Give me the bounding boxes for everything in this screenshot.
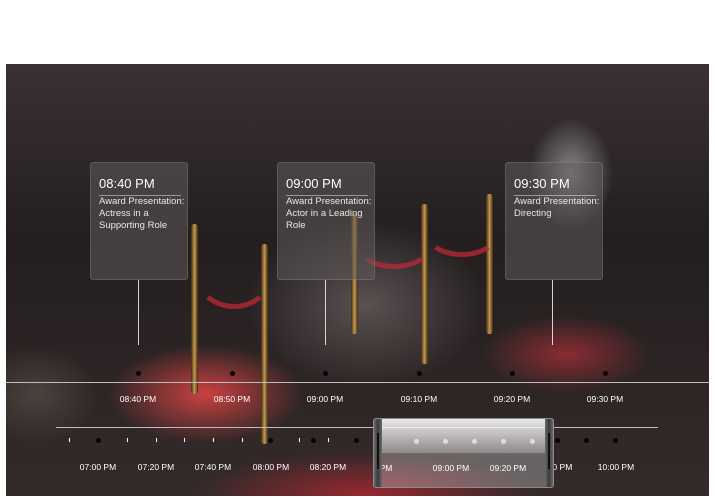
event-connector (325, 280, 326, 345)
grip-icon (548, 433, 550, 469)
timeline-marker (510, 371, 515, 376)
navigator-tick-label: 07:20 PM (137, 462, 175, 472)
navigator-axis (56, 427, 658, 428)
velvet-rope (426, 214, 498, 257)
event-description: Award Presentation: Actor in a Leading R… (286, 196, 372, 231)
navigator-marker (530, 439, 535, 444)
navigator-marker (613, 438, 618, 443)
navigator-tick-label: 07:40 PM (194, 462, 232, 472)
timeline-marker (323, 371, 328, 376)
event-description: Award Presentation: Directing (514, 196, 600, 219)
main-timeline-axis (6, 382, 709, 383)
navigator-marker (501, 439, 506, 444)
main-tick-label: 09:00 PM (306, 394, 344, 404)
event-card[interactable]: 08:40 PM Award Presentation: Actress in … (90, 162, 188, 280)
navigator-marker (414, 439, 419, 444)
navigator-minor-tick (242, 438, 243, 442)
event-time: 08:40 PM (99, 176, 155, 191)
event-card[interactable]: 09:30 PM Award Presentation: Directing (505, 162, 603, 280)
navigator-minor-tick (127, 438, 128, 442)
navigator-tick-label: 10:00 PM (597, 462, 635, 472)
event-connector (138, 280, 139, 345)
navigator-marker (268, 438, 273, 443)
event-connector (552, 280, 553, 345)
navigator-marker (584, 438, 589, 443)
navigator-minor-tick (69, 438, 70, 442)
timeline-marker (603, 371, 608, 376)
timeline-stage: 08:40 PM Award Presentation: Actress in … (6, 64, 709, 496)
main-tick-label: 09:20 PM (493, 394, 531, 404)
timeline-marker (230, 371, 235, 376)
navigator-minor-tick (184, 438, 185, 442)
navigator-marker (472, 439, 477, 444)
range-selector[interactable]: PM 09:00 PM 09:20 PM (373, 418, 554, 488)
grip-icon (377, 433, 379, 469)
navigator-minor-tick (156, 438, 157, 442)
event-description: Award Presentation: Actress in a Support… (99, 196, 185, 231)
navigator-tick-label: 09:20 PM (489, 463, 527, 473)
main-tick-label: 09:10 PM (400, 394, 438, 404)
event-time: 09:00 PM (286, 176, 342, 191)
navigator-marker (354, 438, 359, 443)
timeline-marker (417, 371, 422, 376)
main-tick-label: 08:50 PM (213, 394, 251, 404)
navigator-tick-label: 08:00 PM (252, 462, 290, 472)
navigator-minor-tick (213, 438, 214, 442)
range-handle-left[interactable] (374, 419, 382, 487)
navigator-marker (311, 438, 316, 443)
main-tick-label: 09:30 PM (586, 394, 624, 404)
navigator-marker (555, 438, 560, 443)
event-card[interactable]: 09:00 PM Award Presentation: Actor in a … (277, 162, 375, 280)
navigator-tick-label: 07:00 PM (79, 462, 117, 472)
navigator-tick-label: 08:20 PM (309, 462, 347, 472)
navigator-tick-label: 09:00 PM (432, 463, 470, 473)
range-handle-right[interactable] (545, 419, 553, 487)
navigator-minor-tick (299, 438, 300, 442)
navigator-marker (96, 438, 101, 443)
velvet-rope (196, 244, 272, 309)
navigator-marker (443, 439, 448, 444)
main-tick-label: 08:40 PM (119, 394, 157, 404)
event-time: 09:30 PM (514, 176, 570, 191)
navigator-minor-tick (328, 438, 329, 442)
timeline-marker (136, 371, 141, 376)
